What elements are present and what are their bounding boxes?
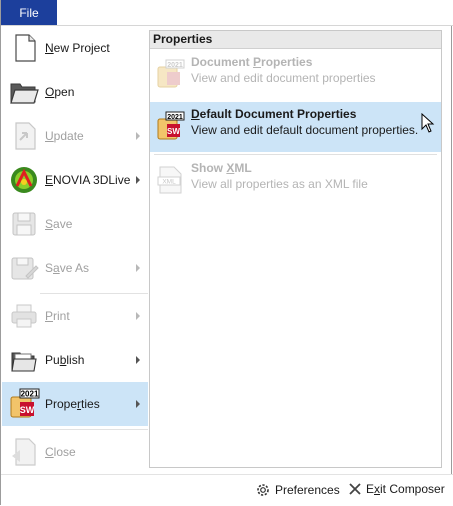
submenu-arrow-icon (136, 356, 140, 364)
update-icon (15, 122, 36, 150)
svg-text:SW: SW (167, 127, 180, 136)
svg-text:2021: 2021 (167, 62, 183, 69)
menu-item-label: Open (45, 85, 75, 99)
menu-item-label: New Project (45, 41, 110, 55)
menu-item-publish[interactable]: Publish (2, 338, 148, 382)
submenu-item-description: View all properties as an XML file (191, 177, 368, 191)
publish-folder-icon (11, 352, 37, 372)
default-document-properties-icon: 2021 SW (157, 111, 185, 140)
open-folder-icon (10, 83, 39, 104)
properties-icon: 2021 SW (10, 388, 40, 418)
submenu-item-title: Default Document Properties (191, 107, 357, 121)
submenu-item-default-document-properties[interactable]: 2021 SW Default Document Properties View… (150, 102, 441, 152)
save-icon (12, 212, 36, 236)
enovia-3dlive-icon (11, 167, 37, 193)
menu-item-label: Save As (45, 261, 90, 275)
menu-item-update[interactable]: Update (2, 114, 148, 158)
menu-item-label: Properties (45, 397, 100, 411)
save-as-icon (11, 257, 39, 280)
menu-item-new-project[interactable]: New Project (2, 26, 148, 70)
menu-item-close[interactable]: Close (2, 430, 148, 474)
submenu-item-show-xml[interactable]: XML Show XML View all properties as an X… (150, 156, 441, 206)
exit-composer-label: Exit Composer (366, 482, 445, 496)
svg-text:XML: XML (162, 179, 176, 186)
exit-composer-button[interactable]: Exit Composer (348, 482, 445, 496)
menu-item-enovia-3dlive[interactable]: ENOVIA 3DLive (2, 158, 148, 202)
menu-item-label: Publish (45, 353, 85, 367)
composer-file-backstage: File New Project Open Update ENOVIA 3DLi… (0, 0, 453, 506)
svg-text:2021: 2021 (21, 390, 39, 399)
file-tab[interactable]: File (1, 0, 57, 25)
print-icon (11, 304, 37, 328)
submenu-item-description: View and edit document properties (191, 71, 376, 85)
submenu-item-description: View and edit default document propertie… (191, 123, 419, 137)
submenu-arrow-icon (136, 132, 140, 140)
gear-icon (257, 484, 269, 496)
submenu-arrow-icon (136, 312, 140, 320)
menu-item-label: Update (45, 129, 84, 143)
menu-item-properties[interactable]: 2021 SW Properties (2, 382, 148, 426)
submenu-arrow-icon (136, 264, 140, 272)
bottom-bar: Preferences Exit Composer (1, 474, 453, 506)
menu-item-label: Print (45, 309, 70, 323)
menu-item-label: ENOVIA 3DLive (45, 173, 131, 187)
menu-item-label: Save (45, 217, 73, 231)
new-project-icon (15, 34, 36, 62)
file-menu: New Project Open Update ENOVIA 3DLive Sa… (2, 26, 148, 472)
properties-submenu: Properties 2021 Document Properties View… (149, 30, 442, 468)
top-tab-bar: File (1, 0, 453, 26)
menu-item-save-as[interactable]: Save As (2, 246, 148, 290)
close-x-icon (349, 483, 361, 495)
menu-item-open[interactable]: Open (2, 70, 148, 114)
submenu-separator (154, 154, 437, 155)
submenu-item-document-properties[interactable]: 2021 Document Properties View and edit d… (150, 50, 441, 100)
submenu-arrow-icon (136, 176, 140, 184)
submenu-arrow-icon (136, 400, 140, 408)
svg-text:2021: 2021 (167, 114, 183, 121)
submenu-header: Properties (150, 31, 441, 49)
svg-text:SW: SW (20, 405, 35, 415)
close-icon (12, 438, 36, 466)
mouse-cursor-icon (421, 113, 435, 133)
submenu-item-title: Document Properties (191, 55, 313, 69)
menu-item-label: Close (45, 445, 76, 459)
menu-item-save[interactable]: Save (2, 202, 148, 246)
submenu-item-title: Show XML (191, 161, 252, 175)
show-xml-icon: XML (157, 166, 182, 194)
document-properties-icon: 2021 (157, 59, 185, 88)
preferences-button[interactable]: Preferences (255, 482, 340, 498)
menu-item-print[interactable]: Print (2, 294, 148, 338)
